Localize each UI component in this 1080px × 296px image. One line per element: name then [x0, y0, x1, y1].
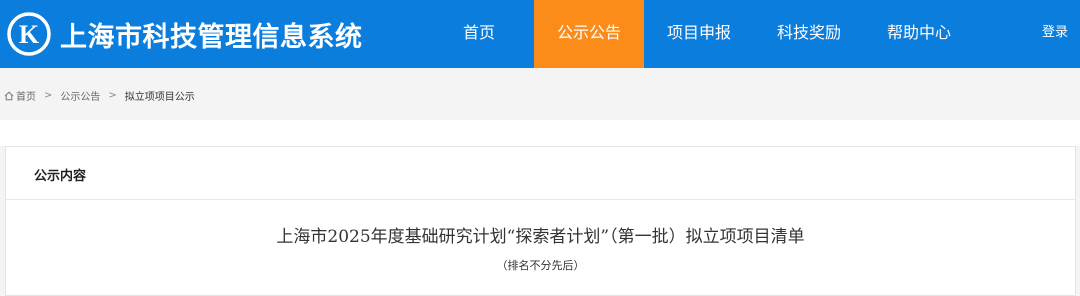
nav-home[interactable]: 首页 — [424, 0, 534, 68]
nav-science-awards[interactable]: 科技奖励 — [754, 0, 864, 68]
top-header: K 上海市科技管理信息系统 首页 公示公告 项目申报 科技奖励 帮助中心 登录 — [0, 0, 1080, 68]
content-panel: 公示内容 上海市2025年度基础研究计划“探索者计划”（第一批）拟立项项目清单 … — [5, 146, 1076, 296]
document-subtitle: （排名不分先后） — [496, 259, 585, 272]
login-link[interactable]: 登录 — [1042, 0, 1068, 68]
main-nav: 首页 公示公告 项目申报 科技奖励 帮助中心 — [424, 0, 974, 68]
breadcrumb-announcements[interactable]: 公示公告 — [60, 88, 100, 103]
nav-announcements[interactable]: 公示公告 — [534, 0, 644, 68]
breadcrumb-separator: > — [44, 90, 53, 101]
content-top-spacer — [0, 120, 1080, 146]
home-icon — [4, 91, 14, 100]
logo[interactable]: K 上海市科技管理信息系统 — [6, 10, 363, 58]
breadcrumb-current: 拟立项项目公示 — [124, 92, 195, 103]
breadcrumb: 首页 > 公示公告 > 拟立项项目公示 — [0, 68, 1080, 120]
k-logo-icon: K — [7, 12, 51, 56]
panel-title: 公示内容 — [34, 169, 87, 184]
panel-header: 公示内容 — [6, 147, 1075, 200]
site-title: 上海市科技管理信息系统 — [60, 21, 363, 53]
nav-project-application[interactable]: 项目申报 — [644, 0, 754, 68]
nav-help-center[interactable]: 帮助中心 — [864, 0, 974, 68]
svg-text:K: K — [19, 20, 40, 49]
breadcrumb-home[interactable]: 首页 — [16, 88, 36, 103]
breadcrumb-separator: > — [108, 90, 117, 101]
document-title: 上海市2025年度基础研究计划“探索者计划”（第一批）拟立项项目清单 — [276, 227, 805, 247]
